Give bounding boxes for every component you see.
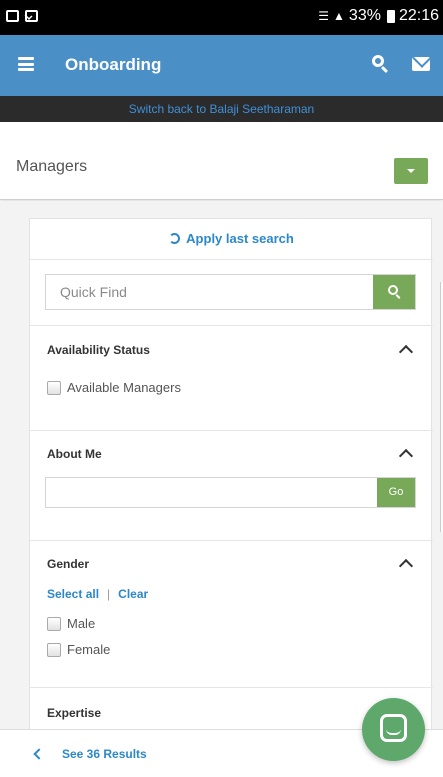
mail-icon[interactable] bbox=[412, 57, 430, 71]
chat-icon bbox=[380, 714, 407, 742]
about-me-title: About Me bbox=[47, 447, 102, 461]
apply-last-search-label: Apply last search bbox=[186, 231, 294, 246]
go-button[interactable]: Go bbox=[377, 478, 415, 507]
gallery-icon bbox=[6, 10, 19, 22]
gender-option-female[interactable]: Female bbox=[47, 642, 110, 657]
select-all-link[interactable]: Select all bbox=[47, 587, 99, 601]
menu-icon[interactable] bbox=[18, 57, 34, 71]
gender-select-links: Select all | Clear bbox=[47, 587, 148, 601]
gender-title: Gender bbox=[47, 557, 90, 571]
page-title: Managers bbox=[16, 158, 88, 175]
option-label: Male bbox=[67, 616, 96, 631]
app-title: Onboarding bbox=[65, 55, 162, 74]
signal-icon: ▲ bbox=[333, 9, 345, 23]
battery-percent: 33% bbox=[348, 7, 381, 24]
app-bar: Onboarding bbox=[0, 35, 443, 96]
filter-panel: Apply last search Availability Status Av… bbox=[29, 218, 433, 758]
option-label: Female bbox=[67, 642, 111, 657]
checkbox[interactable] bbox=[47, 380, 61, 395]
see-results-button[interactable]: See 36 Results bbox=[62, 747, 147, 761]
status-right: ☰ ▲ 33% 22:16 bbox=[318, 7, 439, 25]
checkbox[interactable] bbox=[47, 616, 61, 631]
battery-icon bbox=[386, 9, 395, 23]
content-area: Managers Apply last search Availability … bbox=[0, 122, 443, 777]
chevron-left-icon[interactable] bbox=[33, 748, 45, 760]
checkbox[interactable] bbox=[47, 642, 61, 657]
availability-status-title: Availability Status bbox=[47, 343, 150, 357]
dropdown-button[interactable] bbox=[394, 158, 428, 184]
available-managers-option[interactable]: Available Managers bbox=[47, 380, 181, 395]
expertise-title: Expertise bbox=[47, 706, 102, 720]
divider bbox=[30, 540, 433, 541]
clear-link[interactable]: Clear bbox=[118, 587, 148, 601]
mail-icon bbox=[25, 10, 38, 22]
about-me-group: Go bbox=[45, 477, 416, 508]
status-bar: ☰ ▲ 33% 22:16 bbox=[0, 0, 443, 35]
quick-find-search-button[interactable] bbox=[373, 275, 415, 309]
chevron-up-icon[interactable] bbox=[398, 344, 414, 360]
divider bbox=[30, 687, 433, 688]
wifi-icon: ☰ bbox=[318, 9, 330, 23]
option-label: Available Managers bbox=[67, 380, 181, 395]
status-left-icons bbox=[6, 10, 38, 22]
divider bbox=[30, 430, 433, 431]
undo-icon bbox=[169, 233, 181, 244]
quick-find-input[interactable] bbox=[46, 275, 372, 309]
chevron-up-icon[interactable] bbox=[398, 448, 414, 464]
about-me-input[interactable] bbox=[46, 478, 371, 507]
quick-find-group bbox=[45, 274, 416, 310]
divider bbox=[30, 325, 433, 326]
page-header: Managers bbox=[0, 122, 443, 200]
gender-option-male[interactable]: Male bbox=[47, 616, 95, 631]
chevron-up-icon[interactable] bbox=[398, 558, 414, 574]
apply-last-search-button[interactable]: Apply last search bbox=[30, 231, 433, 246]
link-separator: | bbox=[107, 587, 111, 601]
switch-user-link[interactable]: Switch back to Balaji Seetharaman bbox=[0, 96, 443, 122]
divider bbox=[30, 259, 433, 260]
clock: 22:16 bbox=[398, 7, 439, 24]
search-icon[interactable] bbox=[370, 53, 392, 75]
chat-button[interactable] bbox=[362, 698, 425, 761]
